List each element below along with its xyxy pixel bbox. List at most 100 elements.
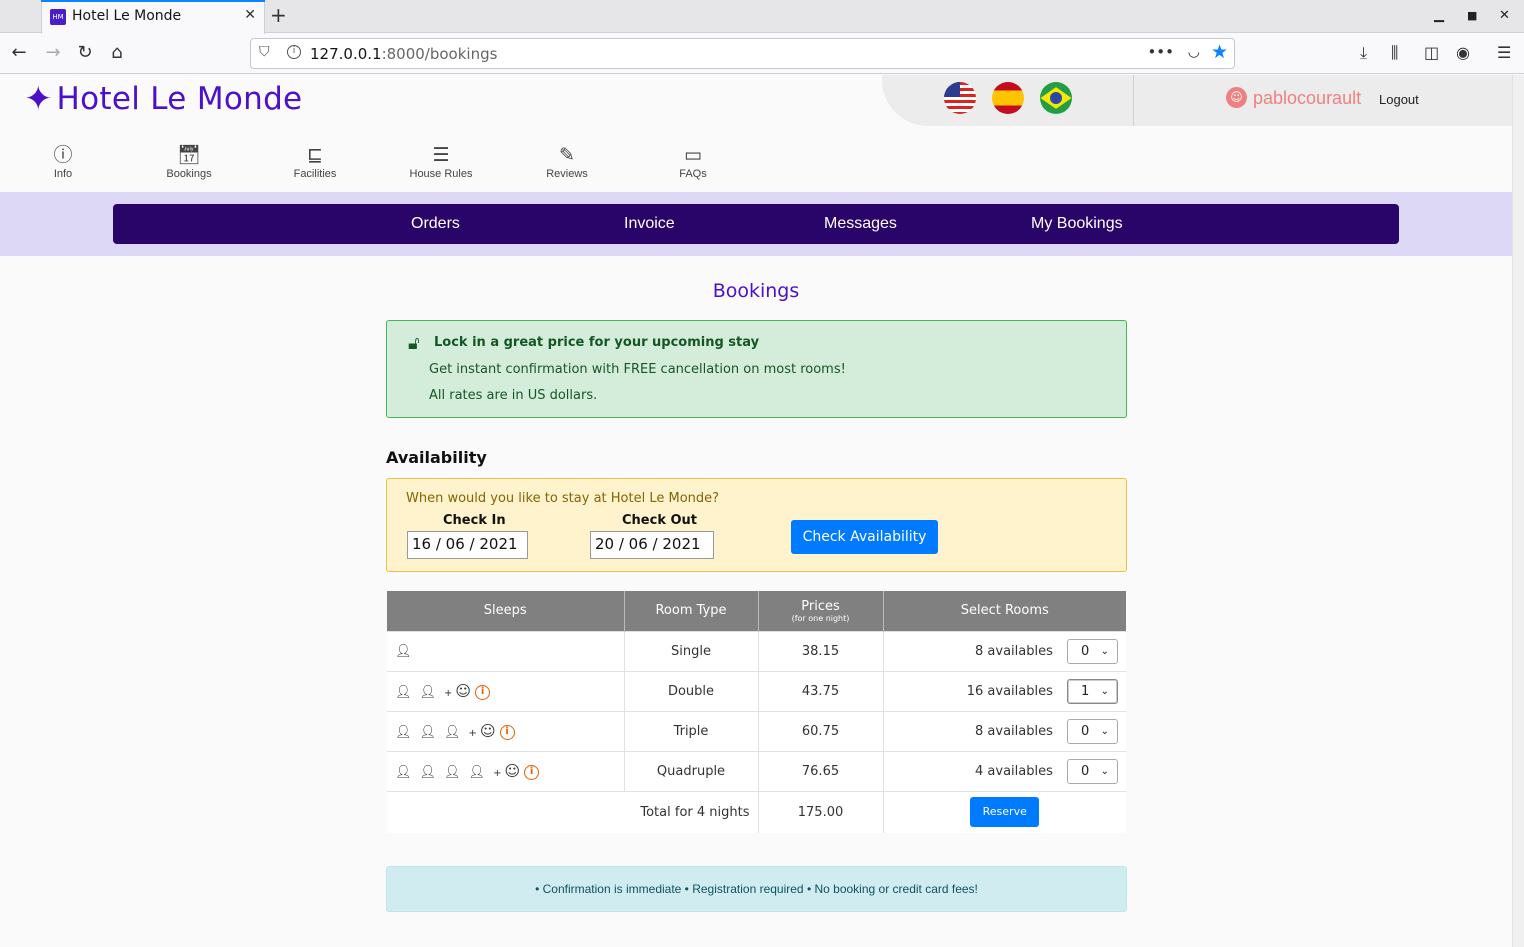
- browser-tab-bar: HM Hotel Le Monde ✕ + ▁ ■ ✕: [0, 0, 1524, 34]
- menu-icon[interactable]: ☰: [1497, 43, 1511, 62]
- library-icon[interactable]: ⫼: [1391, 43, 1398, 63]
- child-policy-info-icon[interactable]: i: [475, 685, 491, 700]
- header-prices-label: Prices: [801, 598, 840, 614]
- person-icon: 👤︎: [395, 765, 412, 780]
- nav-item-label: Reviews: [546, 168, 588, 180]
- checkout-label: Check Out: [622, 513, 698, 528]
- room-quantity-select[interactable]: 0 ⌄: [1067, 758, 1118, 784]
- availability-count: 8 availables: [975, 643, 1053, 659]
- room-quantity-value: 1: [1081, 683, 1090, 699]
- sleeps-cell: 👤︎ 👤︎ 👤︎ + ☺ i: [387, 710, 625, 751]
- tracking-shield-icon[interactable]: ⛉: [259, 44, 270, 60]
- nav-item-house-rules[interactable]: ☰ House Rules: [391, 143, 491, 180]
- url-bar[interactable]: ⛉ i 127.0.0.1:8000/bookings ••• ◡ ★: [250, 38, 1235, 69]
- plus-sign: +: [444, 688, 453, 699]
- home-icon[interactable]: ⌂: [104, 42, 130, 63]
- checkin-date-input[interactable]: 16 / 06 / 2021: [407, 531, 528, 559]
- plus-sign: +: [468, 728, 477, 739]
- reviews-icon: ✎: [559, 144, 575, 166]
- child-policy-info-icon[interactable]: i: [524, 765, 540, 780]
- browser-nav-bar: ← → ↻ ⌂ ⛉ i 127.0.0.1:8000/bookings ••• …: [0, 34, 1524, 74]
- availability-count: 16 availables: [966, 683, 1053, 699]
- close-window-icon[interactable]: ✕: [1499, 8, 1510, 23]
- checkin-label: Check In: [443, 513, 506, 528]
- reload-icon[interactable]: ↻: [72, 42, 98, 63]
- nav-item-facilities[interactable]: ⊑ Facilities: [265, 143, 365, 180]
- forward-icon[interactable]: →: [40, 42, 66, 63]
- plus-sign: +: [493, 768, 502, 779]
- downloads-icon[interactable]: ⤓: [1360, 43, 1367, 63]
- chevron-down-icon: ⌄: [1100, 685, 1109, 697]
- site-logo[interactable]: ✦ Hotel Le Monde: [24, 81, 302, 117]
- menu-item-messages[interactable]: Messages: [824, 215, 897, 233]
- table-header-row: Sleeps Room Type Prices (for one night) …: [387, 591, 1126, 631]
- room-quantity-select[interactable]: 0 ⌄: [1067, 718, 1118, 744]
- person-icon: 👤︎: [395, 685, 412, 700]
- checkout-date-input[interactable]: 20 / 06 / 2021: [590, 531, 714, 559]
- child-icon: ☺: [479, 722, 496, 740]
- child-icon: ☺: [504, 762, 521, 780]
- url-host: 127.0.0.1: [310, 45, 382, 63]
- main-menu: Orders Invoice Messages My Bookings: [113, 204, 1399, 244]
- child-policy-info-icon[interactable]: i: [499, 725, 515, 740]
- us-flag-icon[interactable]: [944, 82, 976, 114]
- icon-nav: ⓘ Info 📅︎ Bookings ⊑ Facilities ☰ House …: [0, 143, 760, 185]
- price-cell: 60.75: [758, 710, 884, 751]
- url-text[interactable]: 127.0.0.1:8000/bookings: [310, 45, 497, 63]
- room-quantity-value: 0: [1081, 723, 1090, 739]
- header-prices-sub: (for one night): [791, 613, 850, 623]
- spain-flag-icon[interactable]: [992, 82, 1024, 114]
- browser-tab[interactable]: HM Hotel Le Monde ✕: [41, 0, 265, 34]
- availability-count: 8 availables: [975, 723, 1053, 739]
- username[interactable]: pablocourault: [1253, 88, 1361, 109]
- account-icon[interactable]: ◉: [1456, 43, 1470, 62]
- sparkle-icon: ✦: [24, 79, 53, 119]
- favicon-icon: HM: [50, 9, 66, 25]
- nav-item-info[interactable]: ⓘ Info: [13, 143, 113, 180]
- site-info-icon[interactable]: i: [287, 45, 301, 59]
- table-row: 👤︎ 👤︎ 👤︎ + ☺ i Triple 60.75 8 availables 0 ⌄: [387, 710, 1126, 751]
- total-row: Total for 4 nights 175.00 Reserve: [387, 790, 1126, 833]
- bookmark-star-icon[interactable]: ★: [1211, 41, 1228, 63]
- nav-item-bookings[interactable]: 📅︎ Bookings: [139, 143, 239, 180]
- person-icon: 👤︎: [419, 765, 437, 780]
- url-path: :8000/bookings: [381, 45, 498, 63]
- nav-item-reviews[interactable]: ✎ Reviews: [517, 143, 617, 180]
- menu-item-my-bookings[interactable]: My Bookings: [1031, 215, 1123, 233]
- booking-benefits-note: • Confirmation is immediate • Registrati…: [386, 866, 1127, 912]
- stay-question: When would you like to stay at Hotel Le …: [406, 491, 720, 506]
- room-type-cell: Triple: [624, 710, 759, 751]
- availability-count: 4 availables: [975, 763, 1053, 779]
- room-quantity-select[interactable]: 1 ⌄: [1067, 678, 1118, 704]
- sidebar-icon[interactable]: ◫: [1424, 43, 1439, 62]
- tab-title: Hotel Le Monde: [72, 8, 182, 24]
- reserve-button[interactable]: Reserve: [970, 797, 1040, 828]
- logo-text: Hotel Le Monde: [56, 81, 303, 117]
- menu-item-orders[interactable]: Orders: [411, 215, 460, 233]
- check-availability-button[interactable]: Check Availability: [791, 520, 938, 554]
- brazil-flag-icon[interactable]: [1040, 82, 1072, 114]
- page-scrollbar[interactable]: [1512, 75, 1524, 947]
- nav-item-label: Info: [53, 168, 73, 180]
- logout-link[interactable]: Logout: [1379, 92, 1419, 107]
- panel-divider: [1133, 75, 1134, 126]
- room-type-cell: Single: [624, 630, 759, 671]
- page: ✦ Hotel Le Monde ☺ pablocourault Logout …: [0, 75, 1512, 947]
- promo-alert: 🔓︎ Lock in a great price for your upcomi…: [386, 320, 1127, 418]
- page-actions-icon[interactable]: •••: [1147, 43, 1174, 61]
- minimize-icon[interactable]: ▁: [1434, 8, 1444, 23]
- new-tab-icon[interactable]: +: [270, 3, 287, 27]
- maximize-icon[interactable]: ■: [1467, 9, 1477, 22]
- menu-item-invoice[interactable]: Invoice: [624, 215, 675, 233]
- child-icon: ☺: [455, 682, 472, 700]
- pocket-icon[interactable]: ◡: [1188, 44, 1200, 60]
- room-quantity-select[interactable]: 0 ⌄: [1067, 638, 1118, 664]
- header-select-rooms: Select Rooms: [883, 591, 1126, 631]
- nav-item-faqs[interactable]: ▭ FAQs: [643, 143, 743, 180]
- nav-item-label: Bookings: [166, 168, 212, 180]
- person-icon: 👤︎: [444, 725, 461, 740]
- close-tab-icon[interactable]: ✕: [244, 7, 256, 23]
- back-icon[interactable]: ←: [6, 42, 32, 63]
- availability-form: When would you like to stay at Hotel Le …: [386, 478, 1127, 572]
- room-quantity-value: 0: [1081, 643, 1090, 659]
